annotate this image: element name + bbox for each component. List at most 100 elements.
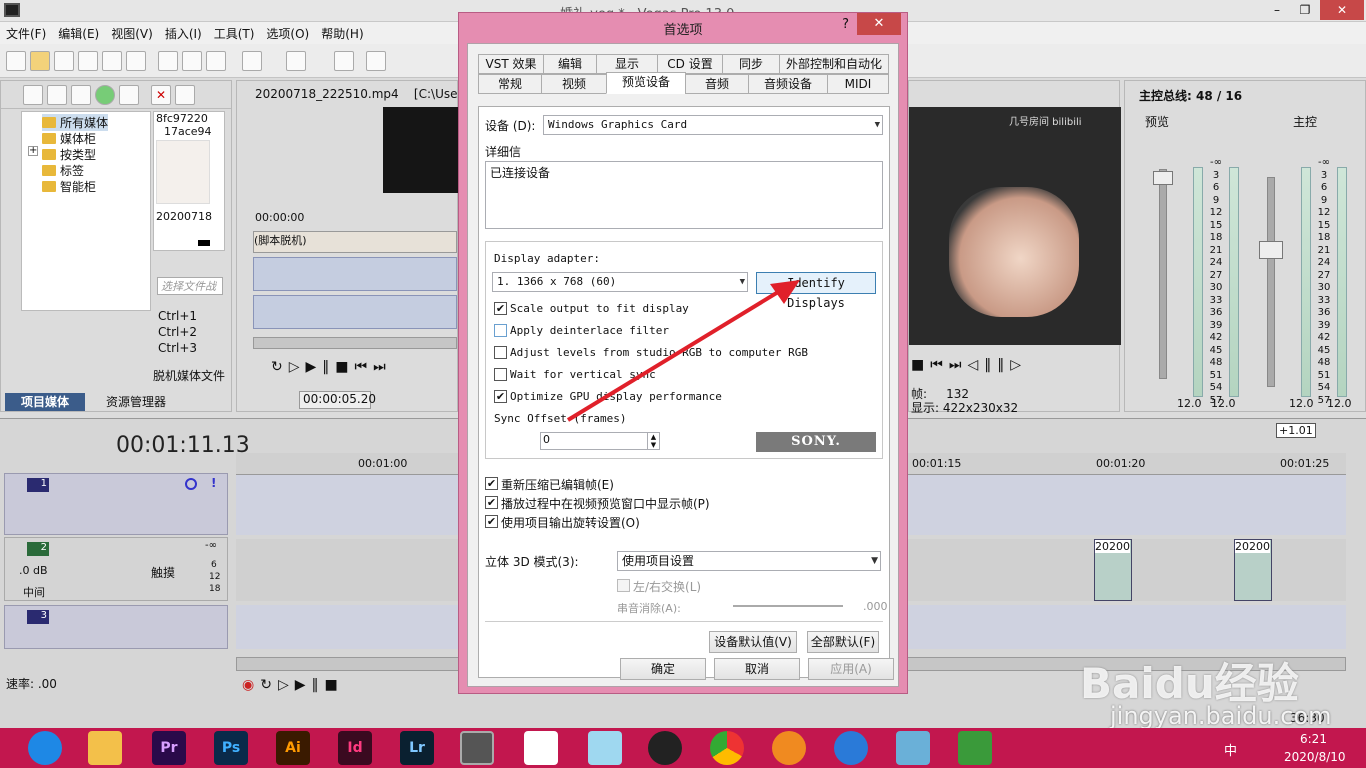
app-icon-3[interactable] — [588, 731, 622, 765]
search-media-icon[interactable] — [119, 85, 139, 105]
get-media-icon[interactable] — [71, 85, 91, 105]
render-icon[interactable] — [102, 51, 122, 71]
scale-output-checkbox[interactable]: ✔ — [494, 302, 507, 315]
play-start-icon[interactable]: ▷ — [278, 677, 295, 693]
next-frame-icon[interactable]: ⏭ — [949, 357, 968, 373]
stop-icon[interactable]: ■ — [335, 359, 354, 375]
master-fader-knob[interactable] — [1259, 241, 1283, 259]
import-media-icon[interactable] — [23, 85, 43, 105]
tab-explorer[interactable]: 资源管理器 — [91, 393, 181, 411]
lightroom-icon[interactable]: Lr — [400, 731, 434, 765]
copy-icon[interactable] — [182, 51, 202, 71]
menu-insert[interactable]: 插入(I) — [159, 22, 208, 45]
media-thumbnail[interactable] — [156, 140, 210, 204]
device-default-button[interactable]: 设备默认值(V) — [709, 631, 797, 653]
master-fader[interactable] — [1267, 177, 1275, 387]
all-default-button[interactable]: 全部默认(F) — [807, 631, 879, 653]
paste-icon[interactable] — [206, 51, 226, 71]
menu-edit[interactable]: 编辑(E) — [52, 22, 105, 45]
maximize-button[interactable]: ❐ — [1290, 0, 1320, 20]
expand-toggle[interactable]: + — [28, 146, 38, 156]
play-icon[interactable]: ▶ — [306, 359, 323, 375]
redo-icon[interactable] — [286, 51, 306, 71]
media-search-input[interactable]: 选择文件战 — [157, 277, 223, 295]
tab-cd[interactable]: CD 设置 — [657, 54, 723, 74]
menu-tools[interactable]: 工具(T) — [208, 22, 261, 45]
close-window-button[interactable]: ✕ — [1320, 0, 1364, 20]
adjust-levels-checkbox[interactable] — [494, 346, 507, 359]
tab-project-media[interactable]: 项目媒体 — [5, 393, 85, 411]
ok-button[interactable]: 确定 — [620, 658, 706, 680]
tree-media-bins[interactable]: 媒体柜 — [42, 130, 96, 147]
save-icon[interactable] — [54, 51, 74, 71]
cancel-button[interactable]: 取消 — [714, 658, 800, 680]
tab-vst[interactable]: VST 效果 — [478, 54, 544, 74]
optimize-gpu-checkbox[interactable]: ✔ — [494, 390, 507, 403]
loop-icon[interactable]: ↻ — [271, 359, 289, 375]
clip-2[interactable]: 20200 — [1234, 539, 1272, 601]
rewind-icon[interactable]: ◁‖ — [967, 357, 997, 373]
app-icon-4[interactable] — [772, 731, 806, 765]
new-file-icon[interactable] — [6, 51, 26, 71]
solo-icon[interactable]: ! — [211, 476, 216, 490]
tab-sync[interactable]: 同步 — [722, 54, 780, 74]
app-icon-7[interactable] — [958, 731, 992, 765]
illustrator-icon[interactable]: Ai — [276, 731, 310, 765]
cut-icon[interactable] — [158, 51, 178, 71]
device-select[interactable]: Windows Graphics Card ▼ — [543, 115, 883, 135]
preview-fader[interactable] — [1159, 169, 1167, 379]
pause-icon[interactable]: ‖ — [312, 677, 325, 693]
record-icon[interactable]: ◉ — [242, 677, 260, 693]
chrome-icon[interactable] — [710, 731, 744, 765]
automation-mode[interactable]: 触摸 — [151, 564, 175, 581]
play-icon[interactable]: ▶ — [295, 677, 312, 693]
menu-options[interactable]: 选项(O) — [260, 22, 315, 45]
indesign-icon[interactable]: Id — [338, 731, 372, 765]
menu-file[interactable]: 文件(F) — [0, 22, 52, 45]
properties-icon[interactable] — [126, 51, 146, 71]
swap-lr-checkbox[interactable] — [617, 579, 630, 592]
refresh-icon[interactable] — [95, 85, 115, 105]
pause-icon[interactable]: ‖ — [322, 359, 335, 375]
tab-audio-device[interactable]: 音频设备 — [748, 74, 828, 94]
premiere-icon[interactable]: Pr — [152, 731, 186, 765]
next-icon[interactable]: ⏭ — [373, 359, 392, 375]
remove-icon[interactable]: ✕ — [151, 85, 171, 105]
prev-frame-icon[interactable]: ⏮ — [930, 357, 949, 373]
play-start-icon[interactable]: ▷ — [289, 359, 306, 375]
file-explorer-icon[interactable] — [88, 731, 122, 765]
dialog-close-button[interactable]: ✕ — [857, 13, 901, 35]
qq-icon[interactable] — [648, 731, 682, 765]
app-icon-5[interactable] — [834, 731, 868, 765]
tab-editing[interactable]: 编辑 — [543, 54, 597, 74]
tree-tags[interactable]: 标签 — [42, 162, 84, 179]
vsync-checkbox[interactable] — [494, 368, 507, 381]
tab-display[interactable]: 显示 — [596, 54, 658, 74]
clip-1[interactable]: 20200 — [1094, 539, 1132, 601]
save-as-icon[interactable] — [78, 51, 98, 71]
stop-icon[interactable]: ■ — [911, 357, 930, 373]
tree-all-media[interactable]: 所有媒体 — [42, 114, 109, 131]
tree-smart-bins[interactable]: 智能柜 — [42, 178, 96, 195]
ime-indicator[interactable]: 中 — [1224, 740, 1237, 759]
photoshop-icon[interactable]: Ps — [214, 731, 248, 765]
pointer-tool-icon[interactable] — [366, 51, 386, 71]
tab-general[interactable]: 常规 — [478, 74, 542, 94]
menu-view[interactable]: 视图(V) — [105, 22, 159, 45]
tree-by-type[interactable]: 按类型 — [42, 146, 96, 163]
stop-icon[interactable]: ■ — [325, 677, 344, 693]
open-folder-icon[interactable] — [30, 51, 50, 71]
app-icon-2[interactable] — [524, 731, 558, 765]
crosstalk-slider[interactable] — [733, 605, 843, 607]
spin-arrows-icon[interactable]: ▲ ▼ — [647, 433, 659, 449]
track-3-header[interactable]: 3 — [4, 605, 228, 649]
start-icon[interactable] — [28, 731, 62, 765]
tab-midi[interactable]: MIDI — [827, 74, 889, 94]
undo-icon[interactable] — [242, 51, 262, 71]
stereo-3d-select[interactable]: 使用项目设置 ▼ — [617, 551, 881, 571]
tab-audio[interactable]: 音频 — [685, 74, 749, 94]
tab-external-control[interactable]: 外部控制和自动化 — [779, 54, 889, 74]
vegas-icon[interactable] — [460, 731, 494, 765]
tab-preview-device[interactable]: 预览设备 — [606, 72, 686, 94]
prev-icon[interactable]: ⏮ — [355, 359, 374, 375]
